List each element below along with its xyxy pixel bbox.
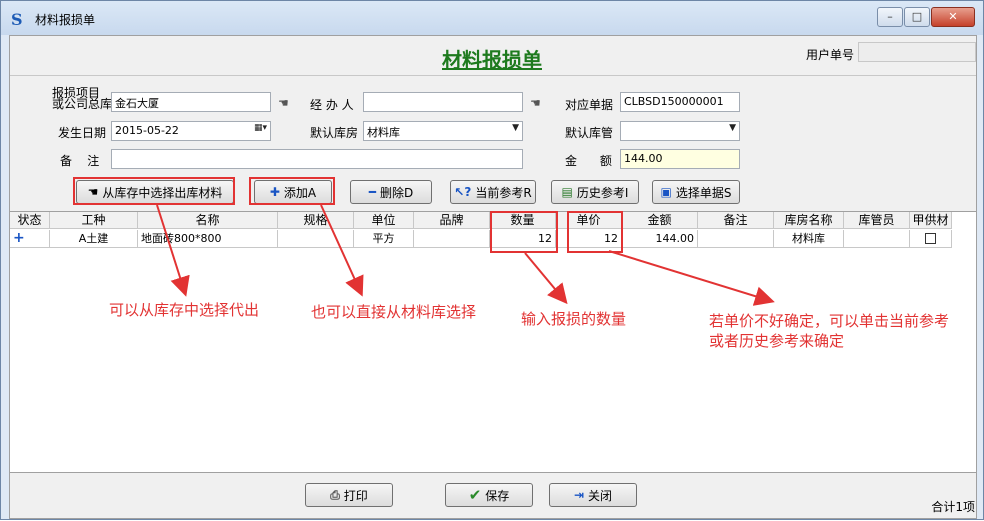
current-ref-label: 当前参考R [475, 185, 532, 200]
col-header-remark[interactable]: 备注 [698, 212, 774, 229]
user-no-label: 用户单号 [806, 48, 855, 62]
date-label: 发生日期 [58, 126, 107, 140]
cell-keeper[interactable] [844, 230, 910, 248]
col-header-trade[interactable]: 工种 [50, 212, 138, 229]
select-doc-button[interactable]: ▣ 选择单据S [652, 180, 740, 204]
highlight-box-select-stock [73, 177, 235, 205]
minimize-button[interactable]: – [877, 7, 903, 27]
cell-amount[interactable]: 144.00 [622, 230, 698, 248]
warehouse-value: 材料库 [367, 126, 400, 139]
minus-icon: ━ [368, 185, 376, 199]
project-label-line2: 或公司总库 [52, 97, 113, 111]
project-field[interactable]: 金石大厦 [111, 92, 271, 112]
owner-supplied-checkbox[interactable] [925, 233, 936, 244]
cell-warehouse[interactable]: 材料库 [774, 230, 844, 248]
col-header-spec[interactable]: 规格 [278, 212, 354, 229]
cell-brand[interactable] [414, 230, 490, 248]
cell-trade[interactable]: A土建 [50, 230, 138, 248]
history-ref-button[interactable]: ▤ 历史参考I [551, 180, 639, 204]
document-icon: ▣ [660, 185, 672, 199]
col-header-status[interactable]: 状态 [10, 212, 50, 229]
exit-door-icon: ⇥ [573, 488, 585, 502]
user-no-field[interactable] [858, 42, 976, 62]
keeper-select[interactable]: ▼ [620, 121, 740, 141]
save-label: 保存 [485, 488, 510, 503]
warehouse-label: 默认库房 [310, 126, 359, 140]
note-price-line2: 或者历史参考来确定 [709, 332, 845, 350]
pointing-hand-icon[interactable]: ☚ [530, 96, 548, 110]
current-ref-button[interactable]: ↖? 当前参考R [450, 180, 536, 204]
warehouse-select[interactable]: 材料库 ▼ [363, 121, 523, 141]
chevron-down-icon[interactable]: ▼ [729, 123, 736, 133]
note-enter-qty: 输入报损的数量 [521, 310, 627, 328]
col-header-brand[interactable]: 品牌 [414, 212, 490, 229]
keeper-label: 默认库管 [565, 126, 614, 140]
help-cursor-icon: ↖? [454, 185, 472, 199]
col-header-unit[interactable]: 单位 [354, 212, 414, 229]
date-value: 2015-05-22 [115, 124, 179, 137]
total-count: 合计1项 [931, 500, 975, 514]
printer-icon: ⎙ [330, 487, 340, 502]
chevron-down-icon[interactable]: ▼ [512, 123, 519, 133]
note-select-from-stock: 可以从库存中选择代出 [109, 301, 260, 319]
amount-field[interactable]: 144.00 [620, 149, 740, 169]
col-header-name[interactable]: 名称 [138, 212, 278, 229]
delete-button[interactable]: ━ 删除D [350, 180, 432, 204]
delete-label: 删除D [379, 185, 414, 200]
amount-label: 金 额 [565, 154, 612, 168]
note-select-from-warehouse: 也可以直接从材料库选择 [311, 303, 477, 321]
print-label: 打印 [343, 488, 368, 503]
ref-doc-label: 对应单据 [565, 98, 614, 112]
print-button[interactable]: ⎙ 打印 [305, 483, 393, 507]
app-logo-icon: S [11, 10, 23, 29]
calendar-dropdown-icon[interactable]: ▦▾ [254, 123, 267, 133]
col-header-amount[interactable]: 金额 [622, 212, 698, 229]
maximize-button[interactable]: □ [904, 7, 930, 27]
note-price-line1: 若单价不好确定，可以单击当前参考 [709, 312, 950, 330]
close-button[interactable]: ⇥ 关闭 [549, 483, 637, 507]
save-button[interactable]: ✔ 保存 [445, 483, 533, 507]
handler-field[interactable] [363, 92, 523, 112]
close-window-button[interactable]: ✕ [931, 7, 975, 27]
col-header-keeper[interactable]: 库管员 [844, 212, 910, 229]
handler-label: 经 办 人 [310, 98, 354, 112]
date-field[interactable]: 2015-05-22 ▦▾ [111, 121, 271, 141]
row-status-plus-icon[interactable]: + [10, 230, 50, 248]
window-title: 材料报损单 [35, 13, 96, 27]
close-label: 关闭 [588, 488, 613, 503]
pointing-hand-icon[interactable]: ☚ [278, 96, 296, 110]
title-bar[interactable]: S 材料报损单 – □ ✕ [1, 1, 983, 35]
app-window: S 材料报损单 – □ ✕ 材料报损单 用户单号 报损项目 或公司总库 金石大厦… [0, 0, 984, 520]
ref-doc-field[interactable]: CLBSD150000001 [620, 92, 740, 112]
cell-remark[interactable] [698, 230, 774, 248]
history-ref-label: 历史参考I [576, 185, 629, 200]
project-label: 报损项目 或公司总库 [52, 87, 113, 111]
cell-spec[interactable] [278, 230, 354, 248]
cell-owner-supplied[interactable] [910, 230, 952, 248]
highlight-box-price [567, 211, 623, 253]
remark-field[interactable] [111, 149, 523, 169]
cell-name[interactable]: 地面砖800*800 [138, 230, 278, 248]
highlight-box-add [249, 177, 335, 205]
col-header-warehouse[interactable]: 库房名称 [774, 212, 844, 229]
select-doc-label: 选择单据S [675, 185, 732, 200]
checkmark-icon: ✔ [468, 486, 482, 504]
remark-label: 备 注 [60, 154, 100, 168]
book-icon: ▤ [561, 185, 573, 199]
col-header-owner-supplied[interactable]: 甲供材 [910, 212, 952, 229]
page-title: 材料报损单 [442, 48, 542, 72]
cell-unit[interactable]: 平方 [354, 230, 414, 248]
header-band: 材料报损单 用户单号 [10, 36, 976, 76]
highlight-box-qty [490, 211, 558, 253]
